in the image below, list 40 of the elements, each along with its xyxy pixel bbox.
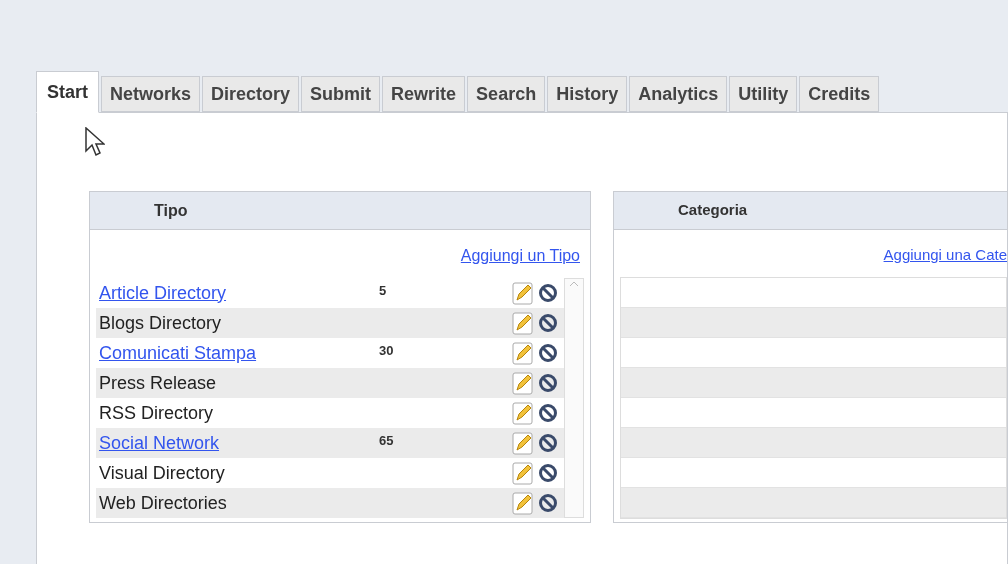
delete-block-icon[interactable] bbox=[538, 403, 558, 423]
edit-pencil-icon[interactable] bbox=[512, 431, 534, 455]
add-category-link[interactable]: Aggiungi una Cate bbox=[883, 244, 1007, 267]
tab[interactable]: History bbox=[547, 76, 628, 112]
delete-block-icon[interactable] bbox=[538, 463, 558, 483]
type-name: Blogs Directory bbox=[99, 311, 222, 335]
edit-pencil-icon[interactable] bbox=[512, 311, 534, 335]
tab[interactable]: Rewrite bbox=[382, 76, 466, 112]
item-count: 5 bbox=[379, 282, 388, 300]
panel-header: Tipo bbox=[90, 192, 590, 230]
delete-block-icon[interactable] bbox=[538, 493, 558, 513]
tab[interactable]: Submit bbox=[301, 76, 381, 112]
type-link[interactable]: Social Network bbox=[99, 429, 220, 457]
item-count: 65 bbox=[379, 432, 395, 450]
type-name: Web Directories bbox=[99, 491, 227, 515]
edit-pencil-icon[interactable] bbox=[512, 491, 534, 515]
tab[interactable]: Networks bbox=[101, 76, 201, 112]
scroll-up-icon[interactable] bbox=[569, 281, 579, 287]
type-name: RSS Directory bbox=[99, 401, 214, 425]
item-count: 30 bbox=[379, 342, 395, 360]
delete-block-icon[interactable] bbox=[538, 373, 558, 393]
panel-header: Categoria bbox=[614, 192, 1007, 230]
type-link[interactable]: Article Directory bbox=[99, 279, 227, 307]
edit-pencil-icon[interactable] bbox=[512, 371, 534, 395]
tab[interactable]: Directory bbox=[202, 76, 300, 112]
scrollbar[interactable] bbox=[564, 278, 584, 518]
tab[interactable]: Start bbox=[36, 71, 99, 113]
tab[interactable]: Utility bbox=[729, 76, 798, 112]
type-name: Visual Directory bbox=[99, 461, 225, 485]
delete-block-icon[interactable] bbox=[538, 313, 558, 333]
add-type-link[interactable]: Aggiungi un Tipo bbox=[460, 244, 580, 268]
tab[interactable]: Search bbox=[467, 76, 546, 112]
mouse-cursor-icon bbox=[85, 127, 105, 157]
type-link[interactable]: Comunicati Stampa bbox=[99, 339, 257, 367]
tab[interactable]: Analytics bbox=[629, 76, 728, 112]
tab[interactable]: Credits bbox=[799, 76, 880, 112]
delete-block-icon[interactable] bbox=[538, 343, 558, 363]
delete-block-icon[interactable] bbox=[538, 433, 558, 453]
delete-block-icon[interactable] bbox=[538, 283, 558, 303]
type-name: Press Release bbox=[99, 371, 217, 395]
